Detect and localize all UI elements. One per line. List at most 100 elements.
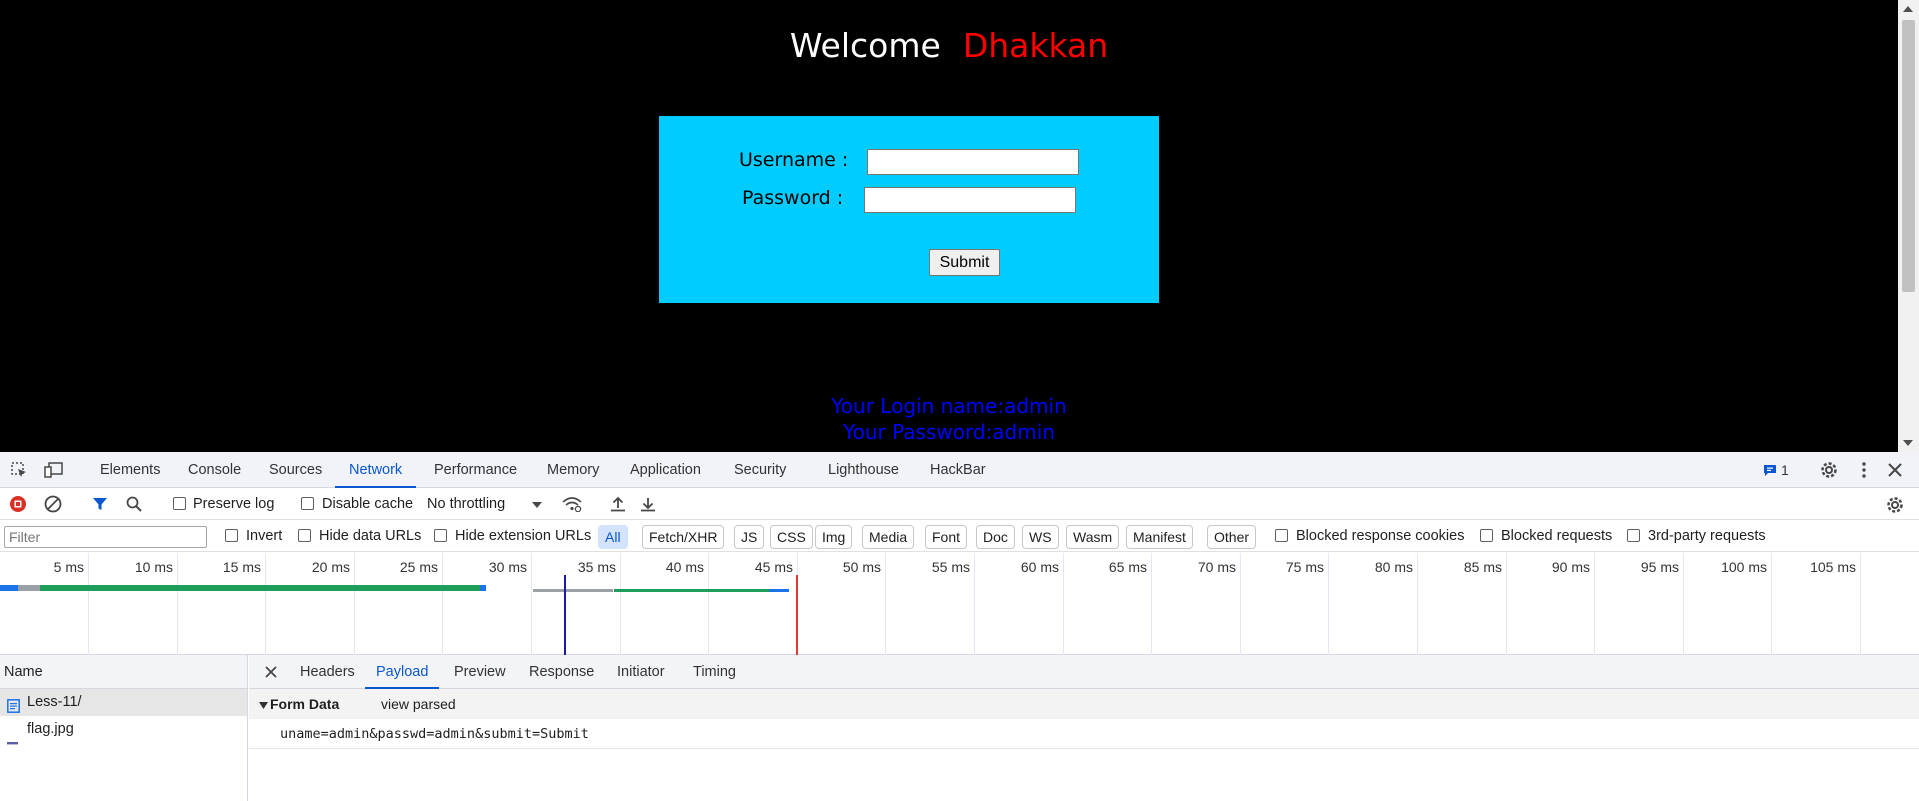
throttling-dropdown-icon[interactable] bbox=[532, 501, 542, 509]
import-har-icon[interactable] bbox=[609, 495, 627, 513]
type-filter-font[interactable]: Font bbox=[925, 525, 968, 549]
request-details-tabs: Headers Payload Preview Response Initiat… bbox=[249, 655, 1919, 689]
request-row-less-11[interactable]: Less-11/ bbox=[0, 689, 247, 716]
timeline-tick-label: 100 ms bbox=[1721, 559, 1767, 575]
timeline-tick-label: 60 ms bbox=[1020, 559, 1059, 575]
tab-hackbar[interactable]: HackBar bbox=[928, 452, 988, 488]
tab-preview[interactable]: Preview bbox=[452, 655, 508, 689]
hide-data-urls-checkbox[interactable] bbox=[298, 529, 311, 542]
device-toolbar-icon[interactable] bbox=[43, 460, 65, 480]
tab-security[interactable]: Security bbox=[732, 452, 788, 488]
view-parsed-toggle[interactable]: view parsed bbox=[381, 689, 456, 719]
timeline-gridline bbox=[974, 553, 975, 655]
name-column-header[interactable]: Name bbox=[0, 655, 247, 689]
type-filter-all[interactable]: All bbox=[598, 525, 628, 549]
throttling-select[interactable]: No throttling bbox=[427, 488, 505, 520]
network-toolbar: Preserve log Disable cache No throttling bbox=[0, 488, 1919, 520]
submit-button[interactable]: Submit bbox=[929, 249, 1000, 276]
page-scrollbar[interactable] bbox=[1898, 0, 1919, 452]
timeline-tick-label: 10 ms bbox=[134, 559, 173, 575]
inspect-element-icon[interactable] bbox=[9, 460, 29, 480]
tab-memory[interactable]: Memory bbox=[545, 452, 601, 488]
third-party-requests-checkbox[interactable] bbox=[1627, 529, 1640, 542]
settings-gear-icon[interactable] bbox=[1818, 459, 1840, 481]
type-filter-wasm[interactable]: Wasm bbox=[1066, 525, 1120, 549]
disable-cache-checkbox[interactable] bbox=[301, 497, 314, 510]
tab-payload[interactable]: Payload bbox=[365, 655, 440, 689]
filter-funnel-icon[interactable] bbox=[91, 495, 109, 513]
tab-console[interactable]: Console bbox=[186, 452, 243, 488]
timeline-tick-label: 40 ms bbox=[665, 559, 704, 575]
timeline-tick-label: 15 ms bbox=[222, 559, 261, 575]
invert-checkbox[interactable] bbox=[225, 529, 238, 542]
tab-elements[interactable]: Elements bbox=[98, 452, 162, 488]
blocked-response-cookies-checkbox[interactable] bbox=[1275, 529, 1288, 542]
request-row-flag-jpg[interactable]: flag.jpg bbox=[0, 716, 247, 745]
type-filter-css[interactable]: CSS bbox=[770, 525, 813, 549]
timeline-gridline bbox=[531, 553, 532, 655]
tab-network[interactable]: Network bbox=[335, 452, 417, 488]
preserve-log-checkbox[interactable] bbox=[173, 497, 186, 510]
timeline-gridline bbox=[1417, 553, 1418, 655]
scroll-thumb[interactable] bbox=[1902, 20, 1915, 292]
password-label: Password : bbox=[742, 187, 844, 209]
type-filter-img[interactable]: Img bbox=[815, 525, 853, 549]
timeline-tick-label: 70 ms bbox=[1197, 559, 1236, 575]
tab-headers[interactable]: Headers bbox=[298, 655, 357, 689]
tab-response[interactable]: Response bbox=[527, 655, 596, 689]
third-party-requests-label: 3rd-party requests bbox=[1648, 528, 1766, 544]
search-icon[interactable] bbox=[125, 495, 143, 513]
close-details-icon[interactable] bbox=[264, 665, 278, 679]
type-filter-media[interactable]: Media bbox=[862, 525, 915, 549]
username-input[interactable] bbox=[867, 149, 1079, 175]
request-name: Less-11/ bbox=[27, 694, 82, 710]
timeline-tick-label: 75 ms bbox=[1285, 559, 1324, 575]
close-devtools-icon[interactable] bbox=[1885, 460, 1905, 480]
network-settings-gear-icon[interactable] bbox=[1884, 494, 1906, 516]
disable-cache-label: Disable cache bbox=[322, 496, 414, 512]
blocked-requests-checkbox[interactable] bbox=[1480, 529, 1493, 542]
tab-performance[interactable]: Performance bbox=[432, 452, 519, 488]
type-filter-other[interactable]: Other bbox=[1207, 525, 1257, 549]
welcome-heading: Welcome Dhakkan bbox=[0, 26, 1898, 65]
record-stop-icon[interactable] bbox=[9, 495, 27, 513]
tab-timing[interactable]: Timing bbox=[691, 655, 738, 689]
timeline-gridline bbox=[354, 553, 355, 655]
type-filter-manifest[interactable]: Manifest bbox=[1126, 525, 1193, 549]
issues-badge[interactable]: 1 bbox=[1763, 461, 1789, 479]
issues-count: 1 bbox=[1781, 462, 1789, 478]
timeline-gridline bbox=[1683, 553, 1684, 655]
timeline-tick-label: 95 ms bbox=[1640, 559, 1679, 575]
filter-input[interactable] bbox=[4, 526, 207, 548]
timeline-gridline bbox=[442, 553, 443, 655]
network-conditions-icon[interactable] bbox=[561, 495, 583, 513]
load-event-marker bbox=[796, 575, 798, 655]
scroll-down-icon[interactable] bbox=[1903, 440, 1913, 446]
blocked-response-cookies-label: Blocked response cookies bbox=[1296, 528, 1465, 544]
timeline-tick-label: 50 ms bbox=[842, 559, 881, 575]
tab-lighthouse[interactable]: Lighthouse bbox=[826, 452, 901, 488]
form-data-section-header[interactable]: Form Data view parsed bbox=[249, 689, 1919, 719]
tab-initiator[interactable]: Initiator bbox=[615, 655, 667, 689]
scroll-up-icon[interactable] bbox=[1903, 6, 1913, 12]
timeline-tick-label: 30 ms bbox=[488, 559, 527, 575]
login-form: Username : Password : Submit bbox=[659, 116, 1159, 303]
password-input[interactable] bbox=[864, 187, 1076, 213]
timeline-gridline bbox=[620, 553, 621, 655]
clear-icon[interactable] bbox=[44, 495, 62, 513]
tab-sources[interactable]: Sources bbox=[267, 452, 324, 488]
type-filter-js[interactable]: JS bbox=[734, 525, 765, 549]
blocked-requests-label: Blocked requests bbox=[1501, 528, 1613, 544]
type-filter-doc[interactable]: Doc bbox=[976, 525, 1015, 549]
request-list: Name Less-11/ flag.jpg bbox=[0, 655, 248, 801]
timeline-bar-document-content bbox=[40, 585, 480, 591]
hide-extension-urls-checkbox[interactable] bbox=[434, 529, 447, 542]
export-har-icon[interactable] bbox=[639, 495, 657, 513]
type-filter-fetch-xhr[interactable]: Fetch/XHR bbox=[642, 525, 725, 549]
tab-application[interactable]: Application bbox=[628, 452, 703, 488]
type-filter-ws[interactable]: WS bbox=[1022, 525, 1059, 549]
timeline-gridline bbox=[177, 553, 178, 655]
login-name-result: Your Login name:admin bbox=[831, 394, 1067, 418]
network-timeline-overview[interactable]: 5 ms 10 ms 15 ms 20 ms 25 ms 30 ms 35 ms 40 ms 4… bbox=[0, 553, 1919, 655]
more-options-icon[interactable] bbox=[1857, 459, 1871, 481]
